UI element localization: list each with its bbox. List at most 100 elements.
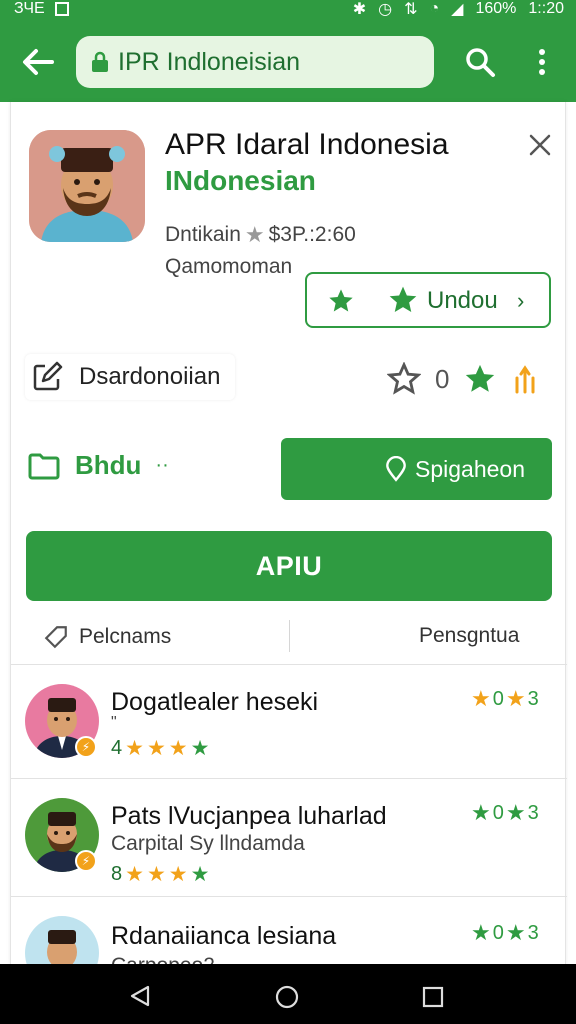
folder-icon (28, 453, 60, 479)
chevron-right-icon: › (517, 288, 525, 313)
save-dots: ·· (155, 454, 169, 476)
status-bar: ЗЧЕ ✱ ◷ ⇅ ◔ ◢ 160% 1::20 (0, 0, 576, 20)
list-item[interactable]: Rdanaiianca lesiana Carpopeo2 ★ 0 ★ 3 (11, 904, 567, 964)
close-icon[interactable] (527, 132, 553, 158)
battery-text: 160% (475, 0, 517, 17)
edit-row[interactable]: Dsardonoiian (25, 354, 235, 400)
score-text: 0 (492, 801, 504, 824)
app-subtitle: INdonesian (165, 165, 316, 196)
score-number: 3 (527, 801, 539, 824)
list-item-rating: 8 ★ ★ ★ ★ (111, 862, 209, 887)
list-item-rating: 4 ★ ★ ★ ★ (111, 736, 209, 761)
star-icon[interactable] (463, 362, 497, 396)
time-text: 1::20 (528, 0, 564, 17)
separator (11, 896, 567, 897)
back-arrow-icon[interactable] (18, 44, 58, 80)
score-number: 3 (527, 687, 539, 710)
nav-home-icon[interactable] (274, 984, 300, 1010)
app-icon (29, 130, 145, 242)
edit-icon (33, 361, 63, 391)
star-icon: ★ (505, 800, 526, 825)
system-nav-bar (0, 964, 576, 1024)
star-icon: ★ (471, 686, 491, 711)
alarm-icon: ◷ (378, 1, 393, 18)
list-item[interactable]: ⚡ Dogatlealer heseki " 4 ★ ★ ★ ★ ★ 0 ★ 3 (11, 672, 567, 790)
star-icon (389, 286, 417, 312)
list-item[interactable]: ⚡ Pats lVucjanpea luharlad Carpital Sy l… (11, 786, 567, 904)
app-meta-line2: Qamomoman (165, 255, 293, 278)
star-icon: ★ (146, 737, 166, 760)
bluetooth-icon: ✱ (352, 1, 367, 18)
avatar (25, 916, 99, 964)
signal-icon: ◢ (451, 1, 464, 18)
right-action[interactable]: Pensgntua (419, 624, 519, 648)
score-text: 0 (492, 687, 504, 710)
star-icon: ★ (168, 863, 188, 886)
star-icon: ★ (471, 800, 491, 825)
divider (289, 620, 290, 652)
rating-number: 4 (111, 737, 123, 759)
overflow-menu-icon[interactable] (528, 44, 556, 80)
url-bar[interactable]: IPR Indloneisian (76, 36, 434, 88)
separator (11, 778, 567, 779)
list-item-subtitle: Carpital Sy llndamda (111, 832, 305, 855)
undo-label: Undou (427, 287, 498, 314)
app-detail-card: APR Idaral Indonesia INdonesian Dntikain… (10, 102, 567, 964)
rating-number: 8 (111, 863, 123, 885)
tag-icon (44, 626, 67, 649)
list-item-score: ★ 0 ★ 3 (471, 920, 539, 946)
split-row: Pelcnams Pensgntua (11, 616, 567, 666)
search-icon[interactable] (462, 44, 498, 80)
verified-badge-icon: ⚡ (75, 736, 97, 758)
list-item-score: ★ 0 ★ 3 (471, 800, 539, 826)
notification-icon (54, 2, 69, 16)
rating-count: 0 (435, 363, 450, 394)
avatar-illustration (47, 930, 77, 964)
star-icon (329, 289, 353, 312)
star-icon: ★ (125, 863, 144, 886)
star-icon: ★ (190, 737, 210, 760)
app-meta: Dntikain ★ $3P.:2:60 (165, 222, 356, 248)
score-number: 3 (527, 921, 539, 944)
app-title: APR Idaral Indonesia (165, 128, 449, 161)
nav-recents-icon[interactable] (422, 986, 444, 1008)
list-item-score: ★ 0 ★ 3 (471, 686, 539, 712)
list-item-subtitle: " (111, 714, 117, 731)
wifi-icon: ◔ (429, 0, 440, 17)
save-label: Bhdu (75, 450, 142, 480)
star-icon: ★ (505, 920, 526, 945)
vibrate-icon: ⇅ (404, 1, 418, 18)
separator (11, 664, 567, 665)
star-icon: ★ (168, 737, 188, 760)
star-icon: ★ (190, 863, 210, 886)
meta-label: Dntikain (165, 223, 241, 246)
location-pin-icon (386, 456, 406, 482)
list-item-title: Dogatlealer heseki (111, 688, 319, 716)
list-item-subtitle: Carpopeo2 (111, 954, 215, 964)
save-row[interactable]: Bhdu ·· (27, 450, 169, 481)
left-action-label: Pelcnams (79, 625, 172, 648)
share-icon[interactable] (511, 364, 541, 394)
star-icon: ★ (146, 863, 166, 886)
main-button[interactable]: APIU (26, 531, 552, 601)
star-icon: ★ (125, 737, 144, 760)
app-bar: IPR Indloneisian (0, 20, 576, 102)
rating-row: 0 (387, 362, 541, 396)
status-left-text: ЗЧЕ (14, 0, 45, 17)
star-icon: ★ (471, 920, 491, 945)
left-action[interactable]: Pelcnams (43, 624, 171, 650)
action-button[interactable]: Spigaheon (281, 438, 552, 500)
score-text: 0 (492, 921, 504, 944)
verified-badge-icon: ⚡ (75, 850, 97, 872)
avatar-illustration (29, 130, 145, 242)
star-icon: ★ (505, 686, 526, 711)
list-item-title: Pats lVucjanpea luharlad (111, 802, 387, 830)
action-label: Spigaheon (415, 455, 525, 482)
meta-value: $3P.:2:60 (268, 223, 356, 246)
nav-back-icon[interactable] (128, 984, 152, 1008)
undo-button[interactable]: Undou › (305, 272, 551, 328)
list-item-title: Rdanaiianca lesiana (111, 922, 337, 950)
edit-label: Dsardonoiian (79, 363, 221, 390)
lock-icon (92, 51, 108, 72)
star-outline-icon[interactable] (387, 362, 421, 396)
